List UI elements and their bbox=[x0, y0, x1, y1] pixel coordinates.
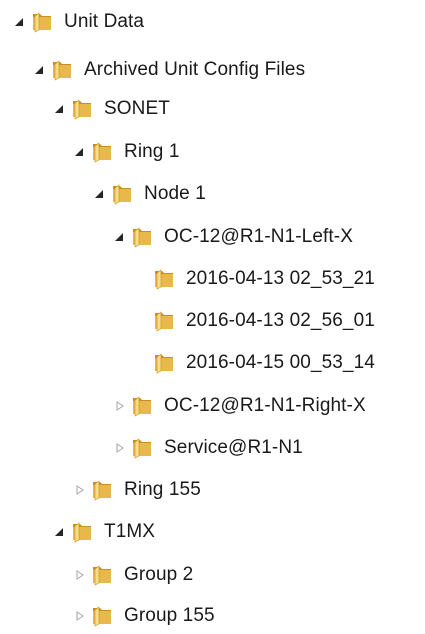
folder-icon bbox=[110, 182, 134, 206]
folder-icon bbox=[152, 309, 176, 333]
tree-item-ring-1[interactable]: Ring 1 bbox=[72, 137, 180, 167]
folder-icon bbox=[90, 140, 114, 164]
folder-icon bbox=[50, 58, 74, 82]
folder-icon bbox=[130, 436, 154, 460]
tree-item-label: OC-12@R1-N1-Right-X bbox=[164, 395, 366, 416]
expanded-triangle-icon[interactable] bbox=[72, 144, 88, 160]
expanded-triangle-icon[interactable] bbox=[92, 186, 108, 202]
tree-item-group-155[interactable]: Group 155 bbox=[72, 601, 215, 631]
folder-tree: Unit Data Archived Unit Config Files SON… bbox=[0, 0, 425, 634]
collapsed-triangle-icon[interactable] bbox=[112, 440, 128, 456]
collapsed-triangle-icon[interactable] bbox=[72, 482, 88, 498]
tree-item-oc12-r1-n1-left-x[interactable]: OC-12@R1-N1-Left-X bbox=[112, 222, 353, 252]
folder-icon bbox=[152, 267, 176, 291]
tree-item-label: 2016-04-15 00_53_14 bbox=[186, 352, 375, 373]
tree-item-label: Archived Unit Config Files bbox=[84, 59, 306, 80]
tree-item-label: OC-12@R1-N1-Left-X bbox=[164, 226, 353, 247]
tree-item-label: Service@R1-N1 bbox=[164, 437, 303, 458]
collapsed-triangle-icon[interactable] bbox=[72, 608, 88, 624]
tree-item-archived-unit-config-files[interactable]: Archived Unit Config Files bbox=[32, 55, 305, 85]
folder-icon bbox=[130, 394, 154, 418]
expanded-triangle-icon[interactable] bbox=[112, 229, 128, 245]
tree-item-t1mx[interactable]: T1MX bbox=[52, 517, 155, 547]
collapsed-triangle-icon[interactable] bbox=[72, 567, 88, 583]
tree-item-label: Unit Data bbox=[64, 11, 145, 32]
tree-item-label: Group 155 bbox=[124, 605, 215, 626]
tree-item-group-2[interactable]: Group 2 bbox=[72, 560, 193, 590]
folder-icon bbox=[152, 351, 176, 375]
expanded-triangle-icon[interactable] bbox=[32, 62, 48, 78]
folder-icon bbox=[70, 97, 94, 121]
tree-item-ring-155[interactable]: Ring 155 bbox=[72, 475, 201, 505]
expanded-triangle-icon[interactable] bbox=[12, 14, 28, 30]
tree-item-2016-04-13-02-56-01[interactable]: 2016-04-13 02_56_01 bbox=[134, 306, 375, 336]
tree-item-sonet[interactable]: SONET bbox=[52, 94, 170, 124]
folder-icon bbox=[90, 478, 114, 502]
tree-item-label: Ring 1 bbox=[124, 141, 180, 162]
tree-item-label: SONET bbox=[104, 98, 170, 119]
tree-item-2016-04-13-02-53-21[interactable]: 2016-04-13 02_53_21 bbox=[134, 264, 375, 294]
tree-item-label: T1MX bbox=[104, 521, 156, 542]
tree-item-node-1[interactable]: Node 1 bbox=[92, 179, 206, 209]
tree-item-label: Ring 155 bbox=[124, 479, 201, 500]
tree-item-label: 2016-04-13 02_53_21 bbox=[186, 268, 375, 289]
folder-icon bbox=[70, 520, 94, 544]
folder-icon bbox=[30, 10, 54, 34]
tree-item-label: Group 2 bbox=[124, 564, 194, 585]
tree-item-label: 2016-04-13 02_56_01 bbox=[186, 310, 375, 331]
tree-item-2016-04-15-00-53-14[interactable]: 2016-04-15 00_53_14 bbox=[134, 348, 375, 378]
tree-item-service-r1-n1[interactable]: Service@R1-N1 bbox=[112, 433, 303, 463]
collapsed-triangle-icon[interactable] bbox=[112, 398, 128, 414]
tree-item-oc12-r1-n1-right-x[interactable]: OC-12@R1-N1-Right-X bbox=[112, 391, 366, 421]
tree-item-unit-data[interactable]: Unit Data bbox=[12, 7, 144, 37]
expanded-triangle-icon[interactable] bbox=[52, 101, 68, 117]
tree-item-label: Node 1 bbox=[144, 183, 206, 204]
expanded-triangle-icon[interactable] bbox=[52, 524, 68, 540]
folder-icon bbox=[130, 225, 154, 249]
folder-icon bbox=[90, 563, 114, 587]
folder-icon bbox=[90, 604, 114, 628]
